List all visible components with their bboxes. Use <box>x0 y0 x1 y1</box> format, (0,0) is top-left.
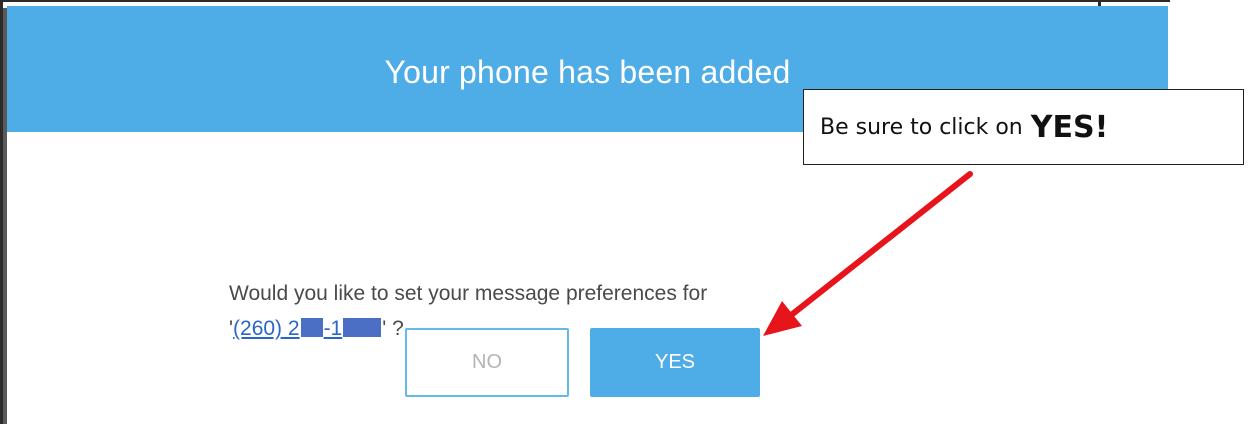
redaction-block <box>300 318 323 337</box>
phone-number-link[interactable]: (260) 2 -1 <box>233 317 382 340</box>
phone-number-part2: -1 <box>323 317 343 340</box>
dialog-message-line2: '(260) 2 -1 ' ? <box>229 317 404 341</box>
dialog-message-line1: Would you like to set your message prefe… <box>229 282 708 305</box>
no-button[interactable]: NO <box>405 328 569 397</box>
instruction-callout: Be sure to click on YES! <box>803 89 1244 165</box>
phone-number-part1: (260) 2 <box>233 317 300 340</box>
screenshot-stage: Your phone has been added Would you like… <box>0 0 1251 424</box>
callout-emphasis: YES! <box>1030 109 1109 145</box>
phone-added-dialog: Your phone has been added Would you like… <box>7 6 1168 424</box>
callout-text: Be sure to click on <box>820 114 1023 140</box>
phone-close-quote: ' ? <box>382 317 404 340</box>
redaction-block <box>343 318 382 337</box>
yes-button[interactable]: YES <box>590 328 760 397</box>
dialog-title: Your phone has been added <box>384 54 791 90</box>
